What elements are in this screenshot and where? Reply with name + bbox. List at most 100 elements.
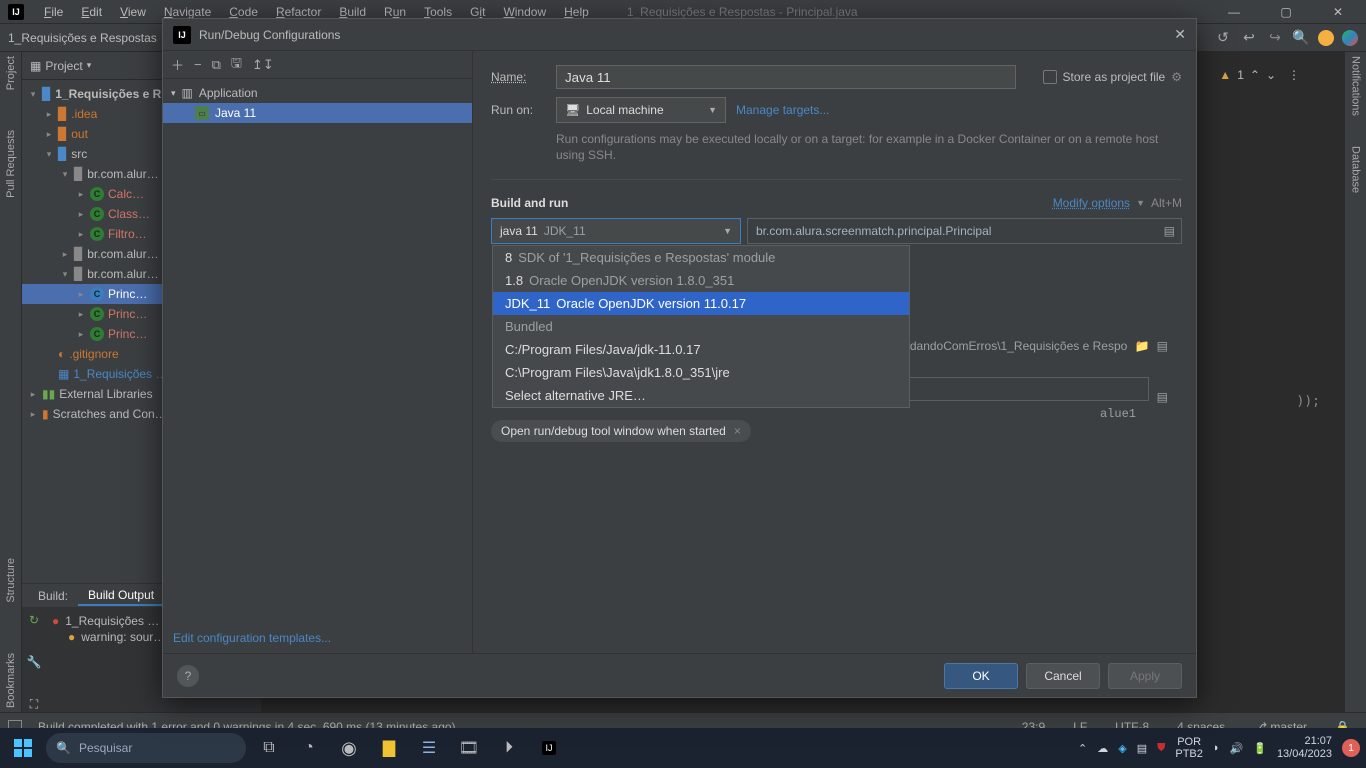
breadcrumb[interactable]: 1_Requisições e Respostas [8,31,157,45]
run-on-dropdown[interactable]: 🖥 Local machine▼ [556,97,726,123]
back-icon[interactable]: ↩ [1240,29,1258,47]
modify-options-link[interactable]: Modify options [1053,196,1130,210]
task-view-icon[interactable]: ⧉ [252,733,286,763]
open-tool-window-chip[interactable]: Open run/debug tool window when started× [491,420,751,442]
inspections-widget[interactable]: ▲ 1 ⌃ ⌄ ⋮ [1219,68,1300,82]
menu-edit[interactable]: Edit [73,3,110,21]
cancel-button[interactable]: Cancel [1026,663,1100,689]
taskbar-app-1[interactable]: ◔ [292,733,326,763]
forward-icon[interactable]: ↪ [1266,29,1284,47]
tree-iml[interactable]: 1_Requisições … [73,367,167,381]
tree-calc[interactable]: Calc… [108,187,144,201]
tool-bookmarks-tab[interactable]: Bookmarks [5,653,17,708]
add-config-icon[interactable]: ＋ [171,55,184,74]
close-button[interactable]: ✕ [1318,5,1358,19]
main-class-field[interactable]: br.com.alura.screenmatch.principal.Princ… [747,218,1182,244]
tool-structure-tab[interactable]: Structure [5,558,17,603]
tree-idea[interactable]: .idea [71,107,97,121]
project-header-label[interactable]: Project [45,59,82,73]
expand-field-icon[interactable]: ▤ [1164,224,1175,238]
minimize-button[interactable]: — [1214,5,1254,19]
menu-view[interactable]: View [112,3,154,21]
tree-scratches[interactable]: Scratches and Con… [53,407,167,421]
build-output-tab[interactable]: Build Output [78,586,164,606]
tray-app-icon-1[interactable]: ◈ [1118,742,1126,755]
sync-icon[interactable]: ↺ [1214,29,1232,47]
tree-principal2[interactable]: Princ… [108,307,147,321]
tree-pkg3[interactable]: br.com.alur… [87,267,158,281]
wifi-icon[interactable]: ◗ [1213,742,1220,754]
chevron-down-icon[interactable]: ⌄ [1266,68,1276,82]
battery-icon[interactable]: 🔋 [1253,742,1267,755]
tool-pull-requests-tab[interactable]: Pull Requests [5,130,17,198]
config-app-node[interactable]: ▾▥Application [163,83,472,103]
build-wrench-icon[interactable]: 🔧 [27,655,42,669]
rerun-icon[interactable]: ↻ [29,613,39,627]
tool-database-tab[interactable]: Database [1350,146,1362,193]
jdk-option-path1[interactable]: C:/Program Files/Java/jdk-11.0.17 [493,338,909,361]
jdk-option-bundled[interactable]: Bundled [493,315,909,338]
save-config-icon[interactable]: 🖫 [231,54,242,76]
tree-root[interactable]: 1_Requisições e R… [55,87,173,101]
chrome-icon[interactable]: ◉ [332,733,366,763]
jdk-option-18[interactable]: 1.8Oracle OpenJDK version 1.8.0_351 [493,269,909,292]
tree-out[interactable]: out [71,127,88,141]
notes-app-icon[interactable]: ☰ [412,733,446,763]
tool-project-tab[interactable]: Project [5,56,17,90]
tool-notifications-tab[interactable]: Notifications [1350,56,1362,116]
more-icon[interactable]: ⋮ [1288,68,1300,82]
tray-security-icon[interactable]: ⛊ [1157,742,1165,755]
tray-chevron-up-icon[interactable]: ⌃ [1078,742,1087,755]
build-line-warning[interactable]: warning: sour… [81,630,165,644]
jdk-option-select-alt[interactable]: Select alternative JRE… [493,384,909,407]
store-as-project-checkbox[interactable] [1043,70,1057,84]
build-line-project[interactable]: 1_Requisições … [65,614,159,628]
menu-file[interactable]: File [36,3,71,21]
gear-icon[interactable]: ⚙ [1171,70,1182,84]
notification-center-icon[interactable]: 1 [1342,739,1360,757]
clock[interactable]: 21:0713/04/2023 [1277,735,1332,761]
manage-targets-link[interactable]: Manage targets... [736,103,829,117]
code-with-me-icon[interactable] [1342,30,1358,46]
media-app-icon[interactable]: 🎞 [452,733,486,763]
tree-class[interactable]: Class… [108,207,150,221]
tray-app-icon-2[interactable]: ▤ [1137,742,1147,755]
tree-principal3[interactable]: Princ… [108,327,147,341]
tree-pkg2[interactable]: br.com.alur… [87,247,158,261]
tree-filtro[interactable]: Filtro… [108,227,147,241]
start-button[interactable] [6,734,40,762]
config-java11-node[interactable]: ▭Java 11 [163,103,472,123]
expand-field-icon[interactable]: ▤ [1157,339,1168,353]
build-filter-icon[interactable]: ⛶ [30,697,38,712]
tree-src[interactable]: src [71,147,87,161]
remove-config-icon[interactable]: − [194,57,202,72]
ok-button[interactable]: OK [944,663,1018,689]
media-player-icon[interactable]: ⏵ [492,733,526,763]
ide-updates-icon[interactable] [1318,30,1334,46]
edit-templates-link[interactable]: Edit configuration templates... [163,623,472,653]
copy-config-icon[interactable]: ⧉ [212,57,221,73]
expand-field-icon[interactable]: ▤ [1157,390,1168,404]
jdk-dropdown[interactable]: java 11 JDK_11 ▼ 8SDK of '1_Requisições … [491,218,741,244]
apply-button[interactable]: Apply [1108,663,1182,689]
dialog-close-button[interactable]: ✕ [1174,26,1186,43]
volume-icon[interactable]: 🔊 [1230,742,1244,755]
taskbar-search[interactable]: 🔍 Pesquisar [46,733,246,763]
tree-pkg1[interactable]: br.com.alur… [87,167,158,181]
jdk-option-8[interactable]: 8SDK of '1_Requisições e Respostas' modu… [493,246,909,269]
move-up-icon[interactable]: ↥↧ [252,57,274,73]
search-everywhere-icon[interactable]: 🔍 [1292,29,1310,47]
jdk-option-path2[interactable]: C:\Program Files\Java\jdk1.8.0_351\jre [493,361,909,384]
config-name-input[interactable] [556,65,1016,89]
browse-folder-icon[interactable]: 📁 [1135,339,1150,353]
file-explorer-icon[interactable]: ▇ [372,733,406,763]
language-indicator[interactable]: PORPTB2 [1175,736,1203,760]
tree-ext-libs[interactable]: External Libraries [59,387,152,401]
intellij-taskbar-icon[interactable]: IJ [532,733,566,763]
tree-gitignore[interactable]: .gitignore [69,347,118,361]
config-tree[interactable]: ▾▥Application ▭Java 11 [163,79,472,623]
maximize-button[interactable]: ▢ [1266,5,1306,19]
chevron-up-icon[interactable]: ⌃ [1250,68,1260,82]
jdk-option-jdk11[interactable]: JDK_11Oracle OpenJDK version 11.0.17 [493,292,909,315]
tray-onedrive-icon[interactable]: ☁ [1097,742,1108,755]
